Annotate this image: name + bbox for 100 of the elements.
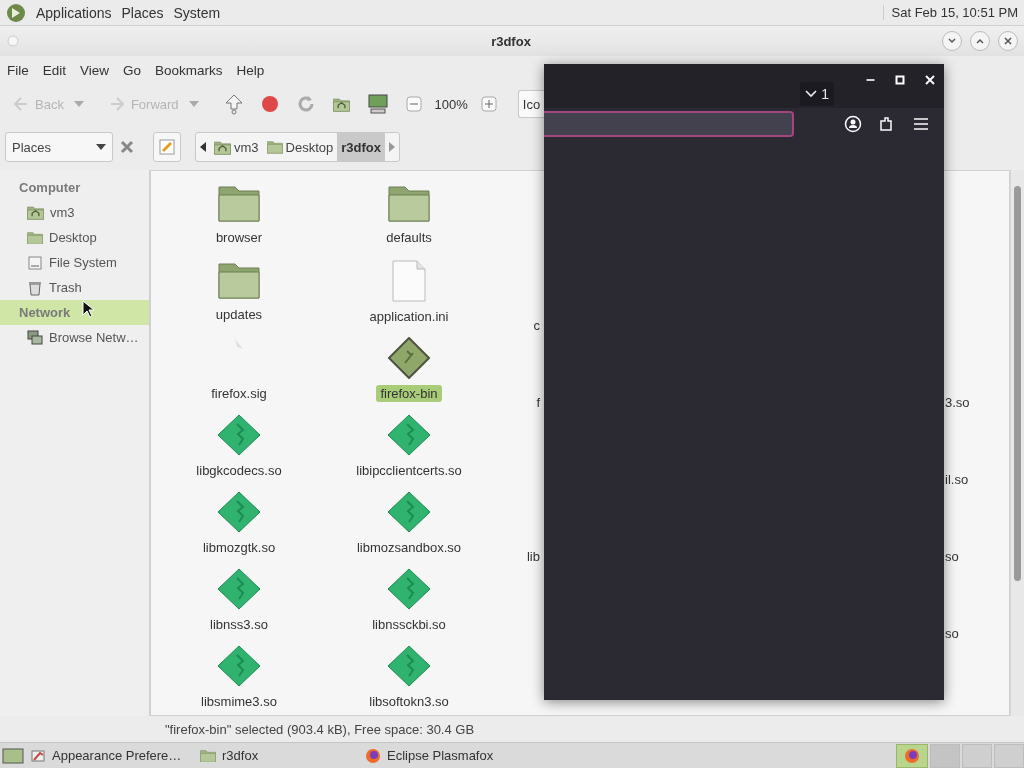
close-icon <box>925 75 935 85</box>
file-label: c <box>533 318 540 333</box>
taskbar-item[interactable]: Eclipse Plasmafox <box>359 743 524 768</box>
file-label: so <box>945 626 959 641</box>
file-label[interactable]: libmozgtk.so <box>198 539 280 556</box>
library-icon <box>217 645 261 687</box>
taskbar-item[interactable]: r3dfox <box>194 743 359 768</box>
appearance-icon <box>30 747 46 764</box>
close-button[interactable] <box>998 31 1018 51</box>
file-label[interactable]: libgkcodecs.so <box>192 462 286 479</box>
document-icon <box>391 260 427 302</box>
file-label[interactable]: application.ini <box>365 308 453 325</box>
minimize-icon <box>865 79 875 81</box>
library-icon <box>217 568 261 610</box>
file-label[interactable]: updates <box>211 306 267 323</box>
file-label[interactable]: firefox.sig <box>207 385 271 402</box>
folder-icon <box>217 260 261 300</box>
file-label[interactable]: libsoftokn3.so <box>365 693 453 710</box>
status-text: "firefox-bin" selected (903.4 kB), Free space: 30.4 GB <box>165 721 475 737</box>
library-icon <box>387 645 431 687</box>
file-label[interactable]: libipcclientcerts.so <box>352 462 466 479</box>
clock[interactable]: Sat Feb 15, 10:51 PM <box>882 5 1018 20</box>
home-folder-icon <box>214 139 231 155</box>
address-bar[interactable] <box>544 111 794 137</box>
up-arrow-icon <box>223 93 244 115</box>
main-menu-logo-icon <box>6 2 26 23</box>
browser-icon <box>904 747 920 764</box>
left-arrow-icon <box>200 142 206 152</box>
zoom-in-icon <box>480 96 497 112</box>
caret-icon[interactable] <box>73 100 84 108</box>
workspace-button[interactable] <box>994 743 1024 768</box>
folder-icon <box>387 183 431 223</box>
file-label[interactable]: browser <box>211 229 267 246</box>
browser-icon <box>365 747 381 764</box>
right-arrow-icon <box>389 142 395 152</box>
file-label[interactable]: libnss3.so <box>206 616 272 633</box>
home-folder-icon <box>27 205 44 220</box>
sidebar-item[interactable]: Desktop <box>0 225 149 250</box>
file-label: f <box>536 395 540 410</box>
menu-item[interactable]: View <box>80 62 110 78</box>
panel-menu[interactable]: System <box>173 4 221 21</box>
menu-icon <box>913 117 929 131</box>
panel-menu[interactable]: Places <box>121 4 164 21</box>
file-label[interactable]: defaults <box>382 229 436 246</box>
file-label[interactable]: libmozsandbox.so <box>352 539 466 556</box>
file-label[interactable]: libnssckbi.so <box>368 616 450 633</box>
taskbar-item[interactable]: Appearance Prefere… <box>24 743 194 768</box>
caret-icon <box>96 143 106 151</box>
close-sidebar-icon[interactable] <box>119 139 135 155</box>
chevron-down-icon <box>947 36 957 46</box>
chevron-up-icon <box>975 36 985 46</box>
sidebar-heading: Computer <box>18 179 82 197</box>
computer-icon <box>366 94 389 114</box>
back-arrow-icon <box>12 95 30 113</box>
folder-icon <box>200 748 216 763</box>
library-icon <box>387 491 431 533</box>
sidebar-item[interactable]: vm3 <box>0 200 149 225</box>
menu-item[interactable]: Help <box>236 62 265 78</box>
show-desktop-icon[interactable] <box>2 746 24 765</box>
file-label: lib <box>527 549 540 564</box>
file-label[interactable]: libsmime3.so <box>197 693 281 710</box>
panel-menu[interactable]: Applications <box>36 4 112 21</box>
chevron-down-icon <box>805 90 818 98</box>
file-label: il.so <box>945 472 969 487</box>
pencil-icon <box>159 139 175 155</box>
library-icon <box>217 414 261 456</box>
window-menu-icon <box>6 34 20 48</box>
menu-item[interactable]: Bookmarks <box>155 62 223 78</box>
menu-item[interactable]: Go <box>123 62 142 78</box>
workspace-button[interactable] <box>962 743 992 768</box>
browser-tray-button[interactable] <box>896 743 928 768</box>
folder-icon <box>217 183 261 223</box>
sidebar-heading: Network <box>0 300 149 325</box>
tab-list-button[interactable]: 1 <box>800 82 834 106</box>
network-icon <box>27 329 43 346</box>
file-label[interactable]: firefox-bin <box>376 385 442 402</box>
home-folder-icon <box>333 96 351 112</box>
stop-icon <box>260 95 279 113</box>
edit-location-button[interactable] <box>153 132 181 162</box>
trash-icon <box>27 279 43 296</box>
zoom-level: 100% <box>434 96 468 112</box>
library-icon <box>387 568 431 610</box>
breadcrumb-item[interactable]: vm3 <box>210 133 263 161</box>
drive-icon <box>27 254 43 271</box>
caret-icon[interactable] <box>188 100 199 108</box>
breadcrumb-item[interactable]: r3dfox <box>337 133 385 161</box>
mouse-pointer-icon <box>82 300 94 318</box>
executable-icon <box>387 337 431 379</box>
breadcrumb-item[interactable]: Desktop <box>262 133 338 161</box>
places-select[interactable]: Places <box>5 132 113 162</box>
file-label: so <box>945 549 959 564</box>
scrollbar[interactable] <box>1010 170 1024 716</box>
sidebar-item[interactable]: Trash <box>0 275 149 300</box>
menu-item[interactable]: File <box>7 62 29 78</box>
sidebar-item[interactable]: Browse Netw… <box>0 325 149 350</box>
menu-item[interactable]: Edit <box>42 62 67 78</box>
sidebar-item[interactable]: File System <box>0 250 149 275</box>
library-icon <box>217 491 261 533</box>
view-select[interactable]: Ico <box>517 90 544 118</box>
close-icon <box>1003 36 1013 46</box>
